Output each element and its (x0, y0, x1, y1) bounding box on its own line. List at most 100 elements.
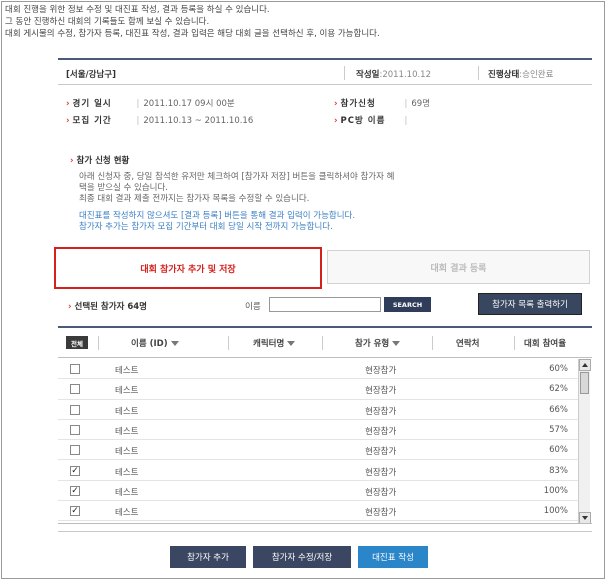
participant-name: 테스트 (115, 508, 139, 519)
intro-line-3: 대회 게시물의 수정, 참가자 등록, 대진표 작성, 결과 입력은 해당 대회… (5, 29, 380, 39)
sort-caret-icon (170, 341, 179, 346)
participation-type: 현장참가 (365, 467, 397, 478)
tab-add-save-participants[interactable]: 대회 참가자 추가 및 저장 (54, 247, 322, 289)
table-row[interactable]: 테스트 현장참가 60% (58, 359, 578, 380)
bullet-icon: › (334, 99, 338, 109)
selected-count: › 선택된 참가자 64명 (68, 300, 147, 312)
participation-type: 현장참가 (365, 508, 397, 519)
bullet-icon: › (66, 99, 70, 109)
row-checkbox[interactable] (70, 404, 80, 415)
participant-name: 테스트 (115, 467, 139, 478)
table-header: 전체 이름 (ID) 캐릭터명 참가 유형 연락처 대회 참여율 (58, 328, 592, 358)
scroll-up-icon[interactable] (579, 359, 591, 371)
save-participants-button[interactable]: 참가자 수정/저장 (253, 546, 351, 568)
section-title: › 참가 신청 현황 (70, 154, 129, 166)
region-label: [서울/강남구] (66, 70, 116, 80)
participation-type: 현장참가 (365, 487, 397, 498)
column-participation-rate: 대회 참여율 (524, 339, 567, 349)
column-name[interactable]: 이름 (ID) (131, 337, 179, 349)
column-type[interactable]: 참가 유형 (355, 337, 401, 349)
participation-rate: 62% (549, 384, 568, 395)
selected-count-text: 선택된 참가자 64명 (74, 302, 148, 312)
game-date: › 경기 일시 | 2011.10.17 09시 00분 (66, 99, 235, 109)
participation-rate: 60% (549, 364, 568, 374)
participation-type: 현장참가 (365, 386, 397, 397)
create-bracket-button[interactable]: 대진표 작성 (358, 546, 428, 568)
participants-table: 전체 이름 (ID) 캐릭터명 참가 유형 연락처 대회 참여율 테스트 현장참가… (58, 326, 592, 524)
pc-room: › PC방 이름 | (334, 116, 408, 126)
divider (228, 336, 229, 350)
intro-line-1: 대회 진행을 위한 정보 수정 및 대진표 작성, 결과 등록을 하실 수 있습… (5, 5, 270, 15)
game-date-label: 경기 일시 (72, 99, 112, 109)
column-contact: 연락처 (456, 339, 480, 349)
table-row[interactable]: 테스트 현장참가 62% (58, 379, 578, 400)
participant-name: 테스트 (115, 487, 139, 498)
table-row[interactable]: 테스트 현장참가 60% (58, 440, 578, 461)
participation-rate: 57% (549, 424, 568, 435)
row-checkbox[interactable] (70, 364, 80, 374)
row-checkbox[interactable] (70, 424, 80, 435)
tab-register-results[interactable]: 대회 결과 등록 (327, 250, 590, 284)
select-all-button[interactable]: 전체 (66, 336, 88, 349)
bullet-icon: › (66, 116, 70, 126)
row-checkbox[interactable] (70, 384, 80, 395)
scroll-thumb[interactable] (580, 372, 589, 394)
search-button[interactable]: SEARCH (384, 297, 431, 312)
guide-note: 대진표를 작성하지 않으셔도 [결과 등록] 버튼을 통해 결과 입력이 가능합… (79, 211, 355, 233)
participation-rate: 100% (543, 485, 568, 496)
divider (478, 66, 479, 80)
section-title-text: 참가 신청 현황 (76, 156, 130, 166)
pc-room-label: PC방 이름 (340, 116, 386, 126)
guide-note-line-2: 참가자 추가는 참가자 모집 기간부터 대회 당일 시작 전까지 가능합니다. (79, 222, 333, 232)
search-input[interactable] (269, 297, 381, 312)
applicants-label: 참가신청 (340, 99, 376, 109)
print-list-button[interactable]: 참가자 목록 출력하기 (478, 293, 582, 315)
table-row[interactable]: 테스트 현장참가 66% (58, 400, 578, 420)
bullet-icon: › (334, 116, 338, 126)
intro-text: 대회 진행을 위한 정보 수정 및 대진표 작성, 결과 등록을 하실 수 있습… (5, 4, 380, 40)
participation-rate: 66% (549, 404, 568, 415)
participant-name: 테스트 (115, 406, 139, 417)
scroll-down-icon[interactable] (579, 512, 591, 523)
column-character[interactable]: 캐릭터명 (253, 337, 296, 349)
guide-line-3: 최종 대회 결과 제출 전까지는 참가자 목록을 수정할 수 있습니다. (79, 194, 310, 204)
divider (322, 336, 323, 350)
row-checkbox[interactable]: ✓ (70, 506, 80, 517)
sort-caret-icon (392, 341, 401, 346)
participant-name: 테스트 (115, 386, 139, 397)
guide-line-1: 아래 신청자 중, 당일 참석한 유저만 체크하여 [참가자 저장] 버튼을 클… (79, 172, 395, 182)
created-value: :2011.10.12 (379, 70, 431, 80)
participant-name: 테스트 (115, 447, 139, 458)
table-row[interactable]: ✓ 테스트 현장참가 83% (58, 461, 578, 481)
created-date: 작성일:2011.10.12 (356, 68, 431, 80)
row-checkbox[interactable] (70, 445, 80, 456)
table-row[interactable]: ✓ 테스트 현장참가 100% (58, 481, 578, 502)
created-label: 작성일 (356, 70, 380, 80)
tournament-header: [서울/강남구] 작성일:2011.10.12 진행상태:승인완료 (58, 61, 592, 85)
status-label: 진행상태 (488, 70, 520, 80)
add-participant-button[interactable]: 참가자 추가 (170, 546, 246, 568)
participant-name: 테스트 (115, 426, 139, 437)
guide-text: 아래 신청자 중, 당일 참석한 유저만 체크하여 [참가자 저장] 버튼을 클… (79, 172, 394, 205)
recruit-value: 2011.10.13 ~ 2011.10.16 (143, 116, 254, 126)
search-label: 이름 (245, 302, 261, 312)
divider (98, 336, 99, 350)
participation-rate: 83% (549, 465, 568, 476)
participation-type: 현장참가 (365, 366, 397, 376)
bullet-icon: › (68, 302, 72, 312)
table-scrollbar[interactable] (578, 359, 591, 523)
footer-divider (58, 531, 592, 532)
row-checkbox[interactable]: ✓ (70, 465, 80, 476)
row-checkbox[interactable]: ✓ (70, 485, 80, 496)
header-divider (58, 58, 592, 60)
intro-line-2: 그 동안 진행하신 대회의 기록들도 함께 보실 수 있습니다. (5, 17, 210, 27)
participation-type: 현장참가 (365, 406, 397, 417)
progress-status: 진행상태:승인완료 (488, 68, 553, 80)
sort-caret-icon (287, 341, 296, 346)
guide-line-2: 택을 받으실 수 있습니다. (79, 183, 169, 193)
divider (514, 336, 515, 350)
table-row[interactable]: 테스트 현장참가 57% (58, 420, 578, 441)
table-row[interactable]: ✓ 테스트 현장참가 100% (58, 501, 578, 522)
applicants-value: 69명 (411, 99, 431, 109)
participant-name: 테스트 (115, 366, 139, 376)
